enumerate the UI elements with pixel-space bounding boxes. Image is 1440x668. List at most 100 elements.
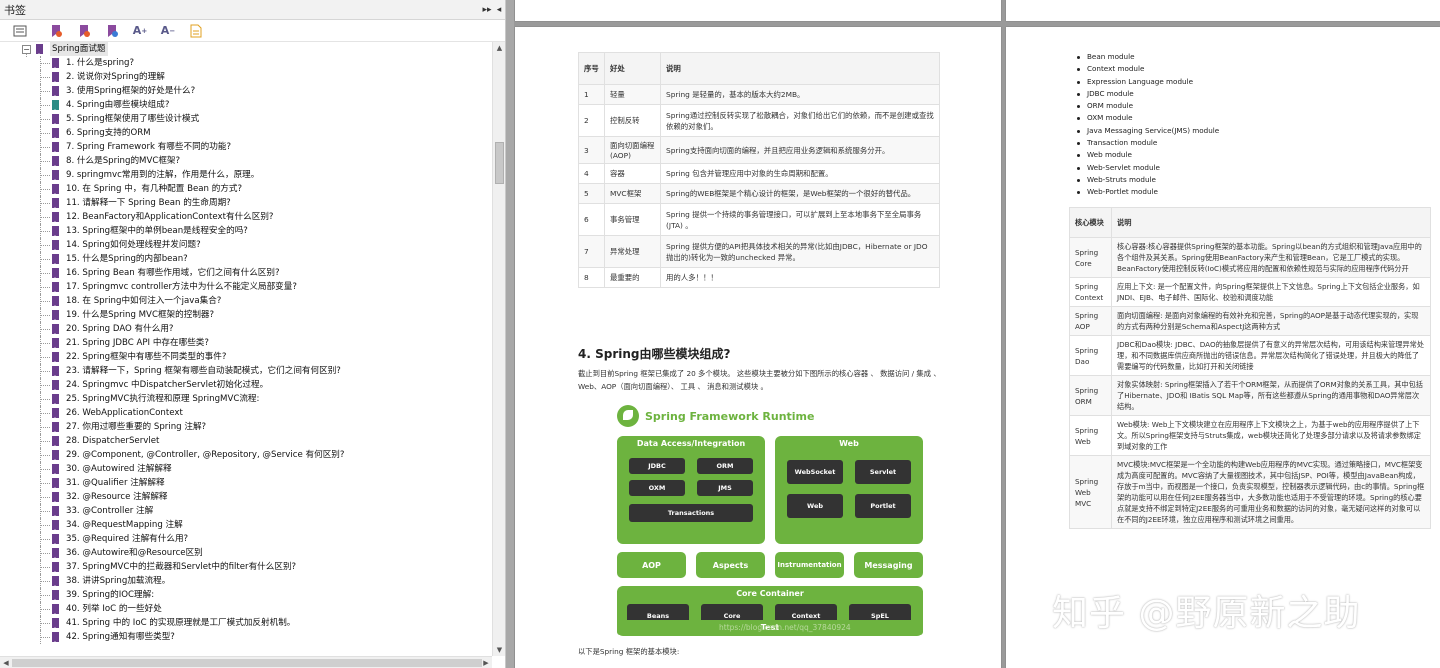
bookmark-item[interactable]: 28. DispatcherServlet <box>0 434 492 448</box>
bookmark-item-label: 16. Spring Bean 有哪些作用域，它们之间有什么区别? <box>66 268 280 278</box>
list-icon[interactable] <box>6 22 34 40</box>
table-cell: Spring通过控制反转实现了松散耦合，对象们给出它们的依赖，而不是创建或查找依… <box>660 104 940 137</box>
instrumentation-module: Instrumentation <box>775 552 844 578</box>
bookmark-item[interactable]: 19. 什么是Spring MVC框架的控制器? <box>0 308 492 322</box>
table-row: 3 面向切面编程(AOP) Spring支持面向切面的编程，并且把应用业务逻辑和系统… <box>578 136 940 164</box>
bookmark-item[interactable]: 8. 什么是Spring的MVC框架? <box>0 154 492 168</box>
bookmark-item[interactable]: 26. WebApplicationContext <box>0 406 492 420</box>
bookmark-item[interactable]: 34. @RequestMapping 注解 <box>0 518 492 532</box>
bookmark-item[interactable]: 25. SpringMVC执行流程和原理 SpringMVC流程: <box>0 392 492 406</box>
table-cell: Spring的WEB框架是个精心设计的框架，是Web框架的一个很好的替代品。 <box>660 183 940 204</box>
bookmark-item-label: 33. @Controller 注解 <box>66 506 154 516</box>
bookmark-icon <box>52 212 59 224</box>
bookmark-icon <box>52 408 59 420</box>
table-cell: Spring Web MVC <box>1069 455 1112 529</box>
table-row: 7 异常处理 Spring 提供方便的API把具体技术相关的异常(比如由JDBC，H… <box>578 235 940 268</box>
module-item: ORM module <box>1074 100 1219 112</box>
module-item: Web-Struts module <box>1074 174 1219 186</box>
bookmark-icon <box>52 604 59 616</box>
bookmark-item-label: 19. 什么是Spring MVC框架的控制器? <box>66 310 215 320</box>
bookmark-item[interactable]: 15. 什么是Spring的内部bean? <box>0 252 492 266</box>
bookmark-item[interactable]: 40. 列举 IoC 的一些好处 <box>0 602 492 616</box>
bookmark-item[interactable]: 42. Spring通知有哪些类型? <box>0 630 492 644</box>
table-cell: MVC模块:MVC框架是一个全功能的构建Web应用程序的MVC实现。通过策略接口… <box>1111 455 1431 529</box>
bookmark-item[interactable]: 2. 说说你对Spring的理解 <box>0 70 492 84</box>
bookmark-root-label: Spring面试题 <box>50 42 108 56</box>
bookmark-item[interactable]: 12. BeanFactory和ApplicationContext有什么区别? <box>0 210 492 224</box>
panel-splitter[interactable] <box>506 0 514 668</box>
bookmark-item-label: 7. Spring Framework 有哪些不同的功能? <box>66 142 232 152</box>
scroll-right-icon[interactable]: ▶ <box>480 657 492 668</box>
scroll-left-icon[interactable]: ◀ <box>0 657 12 668</box>
bookmark-add-icon[interactable] <box>42 22 70 40</box>
bookmark-item[interactable]: 24. Springmvc 中DispatcherServlet初始化过程。 <box>0 378 492 392</box>
bookmark-item[interactable]: 16. Spring Bean 有哪些作用域，它们之间有什么区别? <box>0 266 492 280</box>
bookmark-item[interactable]: 23. 请解释一下，Spring 框架有哪些自动装配模式，它们之间有何区别? <box>0 364 492 378</box>
bookmark-vertical-scrollbar[interactable]: ▲ ▼ <box>492 42 505 656</box>
table-row: Spring Context 应用上下文: 是一个配置文件，向Spring框架提供… <box>1069 277 1431 307</box>
table-cell: Spring 提供方便的API把具体技术相关的异常(比如由JDBC，Hibern… <box>660 235 940 268</box>
bookmark-item[interactable]: 21. Spring JDBC API 中存在哪些类? <box>0 336 492 350</box>
bookmark-item[interactable]: 11. 请解释一下 Spring Bean 的生命周期? <box>0 196 492 210</box>
bookmark-icon <box>52 240 59 252</box>
bookmark-item[interactable]: 31. @Qualifier 注解解释 <box>0 476 492 490</box>
bookmark-item[interactable]: 36. @Autowire和@Resource区别 <box>0 546 492 560</box>
font-larger-icon[interactable]: A + <box>126 22 154 40</box>
bookmark-item[interactable]: 22. Spring框架中有哪些不同类型的事件? <box>0 350 492 364</box>
bookmark-item[interactable]: 1. 什么是spring? <box>0 56 492 70</box>
bookmark-icon <box>52 58 59 70</box>
bookmark-icon <box>52 632 59 644</box>
spring-framework-diagram: Spring Framework Runtime Data Access/Int… <box>617 402 923 636</box>
bookmark-item[interactable]: 33. @Controller 注解 <box>0 504 492 518</box>
bookmark-item[interactable]: 17. Springmvc controller方法中为什么不能定义局部变量? <box>0 280 492 294</box>
scroll-thumb[interactable] <box>495 142 504 184</box>
bookmark-icon <box>52 184 59 196</box>
page-icon[interactable] <box>182 22 210 40</box>
bookmark-item[interactable]: 30. @Autowired 注解解释 <box>0 462 492 476</box>
web-module: Web <box>787 494 843 518</box>
bookmark-item[interactable]: 38. 讲讲Spring加载流程。 <box>0 574 492 588</box>
table-cell: 3 <box>578 136 605 164</box>
bookmark-item[interactable]: 41. Spring 中的 IoC 的实现原理就是工厂模式加反射机制。 <box>0 616 492 630</box>
bookmark-item[interactable]: 9. springmvc常用到的注解，作用是什么，原理。 <box>0 168 492 182</box>
bookmark-item[interactable]: 27. 你用过哪些重要的 Spring 注解? <box>0 420 492 434</box>
font-smaller-icon[interactable]: A − <box>154 22 182 40</box>
bookmark-icon <box>52 296 59 308</box>
bookmark-item-label: 18. 在 Spring中如何注入一个java集合? <box>66 296 222 306</box>
bookmark-remove-icon[interactable] <box>70 22 98 40</box>
bookmark-item[interactable]: 6. Spring支持的ORM <box>0 126 492 140</box>
collapse-toggle-icon[interactable]: − <box>22 45 31 54</box>
h-scroll-thumb[interactable] <box>12 659 482 667</box>
bookmark-item[interactable]: 32. @Resource 注解解释 <box>0 490 492 504</box>
bookmark-item[interactable]: 13. Spring框架中的单例bean是线程安全的吗? <box>0 224 492 238</box>
scroll-down-icon[interactable]: ▼ <box>493 644 506 656</box>
bookmark-item[interactable]: 3. 使用Spring框架的好处是什么? <box>0 84 492 98</box>
bookmark-item[interactable]: 35. @Required 注解有什么用? <box>0 532 492 546</box>
table-cell: 8 <box>578 267 605 288</box>
bookmark-item-label: 8. 什么是Spring的MVC框架? <box>66 156 181 166</box>
bookmark-horizontal-scrollbar[interactable]: ◀ ▶ <box>0 656 492 668</box>
bookmark-item[interactable]: 20. Spring DAO 有什么用? <box>0 322 492 336</box>
jms-module: JMS <box>697 480 753 496</box>
bookmark-item[interactable]: 5. Spring框架使用了哪些设计模式 <box>0 112 492 126</box>
bookmark-item[interactable]: 18. 在 Spring中如何注入一个java集合? <box>0 294 492 308</box>
bookmark-item[interactable]: 7. Spring Framework 有哪些不同的功能? <box>0 140 492 154</box>
bookmark-item[interactable]: 37. SpringMVC中的拦截器和Servlet中的filter有什么区别? <box>0 560 492 574</box>
bookmark-expand-icon[interactable] <box>98 22 126 40</box>
table-row: 4 容器 Spring 包含并管理应用中对象的生命周期和配置。 <box>578 163 940 184</box>
scroll-up-icon[interactable]: ▲ <box>493 42 506 54</box>
bookmark-item[interactable]: 39. Spring的IOC理解: <box>0 588 492 602</box>
panel-expand-icon[interactable]: ▸▸ <box>481 5 493 15</box>
module-item: Bean module <box>1074 51 1219 63</box>
panel-collapse-icon[interactable]: ◂ <box>493 5 505 15</box>
bookmark-panel-title: 书签 <box>4 3 26 17</box>
table-cell: 对象实体映射: Spring框架插入了若干个ORM框架，从而提供了ORM对象的关… <box>1111 375 1431 416</box>
bookmark-item[interactable]: 29. @Component, @Controller, @Repository… <box>0 448 492 462</box>
bookmark-item[interactable]: 14. Spring如何处理线程并发问题? <box>0 238 492 252</box>
table-header-row: 序号 好处 说明 <box>578 52 940 85</box>
bookmark-item[interactable]: 10. 在 Spring 中，有几种配置 Bean 的方式? <box>0 182 492 196</box>
bookmark-item[interactable]: 4. Spring由哪些模块组成? <box>0 98 492 112</box>
bookmark-root[interactable]: − Spring面试题 <box>0 42 492 57</box>
bookmark-icon <box>52 380 59 392</box>
bookmark-item-label: 10. 在 Spring 中，有几种配置 Bean 的方式? <box>66 184 243 194</box>
